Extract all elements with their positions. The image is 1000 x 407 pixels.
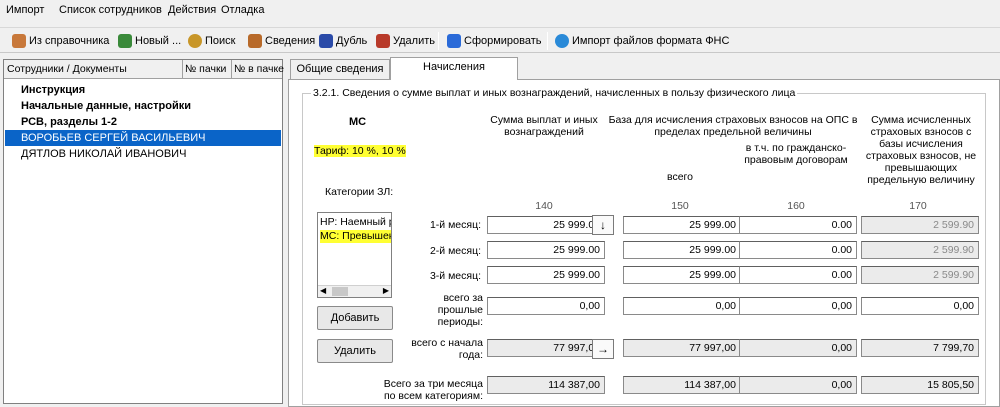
list-item[interactable]: МС: Превышение: [320, 230, 391, 243]
base-month-3-field[interactable]: 25 999.00: [623, 266, 741, 284]
tree-item-rsv[interactable]: РСВ, разделы 1-2: [5, 114, 281, 130]
gpd-prev-field[interactable]: 0,00: [739, 297, 857, 315]
tariff-label: Тариф: 10 %, 10 %: [314, 145, 406, 157]
sum-month-1-field[interactable]: 25 999.00: [487, 216, 605, 234]
column-number: 150: [671, 200, 689, 212]
accruals-panel: 3.2.1. Сведения о сумме выплат и иных во…: [288, 79, 1000, 407]
duplicate-button[interactable]: Дубль: [319, 31, 367, 51]
column-divider[interactable]: [231, 60, 232, 78]
import-fns-button[interactable]: Импорт файлов формата ФНС: [555, 31, 729, 51]
column-number: 160: [787, 200, 805, 212]
person-info-icon: [248, 34, 262, 48]
horizontal-scrollbar[interactable]: ◀ ▶: [318, 285, 391, 297]
delete-toolbar-button[interactable]: Удалить: [376, 31, 435, 51]
header-sum: Сумма выплат и иных вознаграждений: [490, 114, 598, 138]
scroll-left-icon[interactable]: ◀: [320, 286, 326, 295]
gpd-ytd-field: 0,00: [739, 339, 857, 357]
sum-month-2-field[interactable]: 25 999.00: [487, 241, 605, 259]
import-icon: [555, 34, 569, 48]
tree-item-employee[interactable]: ДЯТЛОВ НИКОЛАЙ ИВАНОВИЧ: [5, 146, 281, 162]
insurance-month-1-field: 2 599.90: [861, 216, 979, 234]
base-month-1-field[interactable]: 25 999.00: [623, 216, 741, 234]
toolbar: Из справочника Новый ... Поиск Сведения …: [0, 27, 1000, 53]
column-number: 140: [535, 200, 553, 212]
tree-item-instruction[interactable]: Инструкция: [5, 82, 281, 98]
gpd-month-1-field[interactable]: 0.00: [739, 216, 857, 234]
label-all-categories: Всего за три месяца по всем категориям:: [383, 378, 483, 402]
delete-category-button[interactable]: Удалить: [317, 339, 393, 363]
column-divider[interactable]: [182, 60, 183, 78]
form-button[interactable]: Сформировать: [447, 31, 542, 51]
info-button[interactable]: Сведения: [248, 31, 315, 51]
add-category-button[interactable]: Добавить: [317, 306, 393, 330]
menu-import[interactable]: Импорт: [6, 4, 44, 16]
details-panel: Общие сведения Начисления 3.2.1. Сведени…: [288, 57, 1000, 407]
header-base-total: всего: [667, 171, 693, 183]
header-employees[interactable]: Сотрудники / Документы: [7, 63, 127, 75]
categories-list[interactable]: НР: Наемный раб МС: Превышение ◀ ▶: [317, 212, 392, 298]
gear-icon: [447, 34, 461, 48]
base-ytd-field: 77 997,00: [623, 339, 741, 357]
toolbar-separator: [547, 32, 548, 50]
insurance-ytd-field: 7 799,70: [861, 339, 979, 357]
section-group: 3.2.1. Сведения о сумме выплат и иных во…: [302, 87, 986, 405]
menu-bar: Импорт Список сотрудников Действия Отлад…: [0, 0, 1000, 22]
arrow-right-icon[interactable]: →: [592, 339, 614, 359]
person-icon: [12, 34, 26, 48]
scroll-right-icon[interactable]: ▶: [383, 286, 389, 295]
sum-prev-field[interactable]: 0,00: [487, 297, 605, 315]
scroll-thumb[interactable]: [332, 287, 348, 296]
insurance-month-2-field: 2 599.90: [861, 241, 979, 259]
list-item[interactable]: НР: Наемный раб: [320, 216, 391, 229]
label-prev-periods: всего за прошлые периоды:: [437, 292, 483, 328]
gpd-month-3-field[interactable]: 0.00: [739, 266, 857, 284]
menu-debug[interactable]: Отладка: [221, 4, 264, 16]
label-year-to-date: всего с начала года:: [411, 337, 483, 361]
base-month-2-field[interactable]: 25 999.00: [623, 241, 741, 259]
label-month-3: 3-й месяц:: [429, 270, 481, 282]
header-insurance: Сумма исчисленных страховых взносов с ба…: [865, 114, 977, 186]
search-button[interactable]: Поиск: [188, 31, 235, 51]
gpd-month-2-field[interactable]: 0.00: [739, 241, 857, 259]
menu-employees[interactable]: Список сотрудников: [59, 4, 162, 16]
base-prev-field[interactable]: 0,00: [623, 297, 741, 315]
people-icon: [319, 34, 333, 48]
tree-header: Сотрудники / Документы № пачки № в пачке: [4, 60, 284, 79]
tab-general[interactable]: Общие сведения: [290, 59, 390, 79]
header-index-in-pack[interactable]: № в пачке: [234, 63, 284, 75]
person-remove-icon: [376, 34, 390, 48]
new-button[interactable]: Новый ...: [118, 31, 181, 51]
base-all-field: 114 387,00: [623, 376, 741, 394]
menu-actions[interactable]: Действия: [168, 4, 216, 16]
person-add-icon: [118, 34, 132, 48]
from-reference-button[interactable]: Из справочника: [12, 31, 109, 51]
tab-accruals[interactable]: Начисления: [390, 57, 518, 80]
header-base: База для исчисления страховых взносов на…: [608, 114, 858, 138]
header-base-gpd: в т.ч. по гражданско-правовым договорам: [744, 142, 848, 166]
insurance-prev-field[interactable]: 0,00: [861, 297, 979, 315]
label-month-2: 2-й месяц:: [429, 245, 481, 257]
categories-label: Категории ЗЛ:: [325, 186, 394, 198]
category-code: МС: [349, 116, 367, 128]
gpd-all-field: 0,00: [739, 376, 857, 394]
arrow-down-icon[interactable]: ↓: [592, 215, 614, 235]
search-icon: [188, 34, 202, 48]
toolbar-separator: [438, 32, 439, 50]
tree-item-settings[interactable]: Начальные данные, настройки: [5, 98, 281, 114]
sum-ytd-field: 77 997,00: [487, 339, 605, 357]
label-month-1: 1-й месяц:: [429, 219, 481, 231]
section-title: 3.2.1. Сведения о сумме выплат и иных во…: [311, 87, 798, 99]
sum-all-field: 114 387,00: [487, 376, 605, 394]
header-pack-number[interactable]: № пачки: [185, 63, 226, 75]
insurance-all-field: 15 805,50: [861, 376, 979, 394]
sum-month-3-field[interactable]: 25 999.00: [487, 266, 605, 284]
column-number: 170: [909, 200, 927, 212]
employee-tree: Сотрудники / Документы № пачки № в пачке…: [3, 59, 284, 404]
insurance-month-3-field: 2 599.90: [861, 266, 979, 284]
tree-item-employee[interactable]: ВОРОБЬЕВ СЕРГЕЙ ВАСИЛЬЕВИЧ: [5, 130, 281, 146]
